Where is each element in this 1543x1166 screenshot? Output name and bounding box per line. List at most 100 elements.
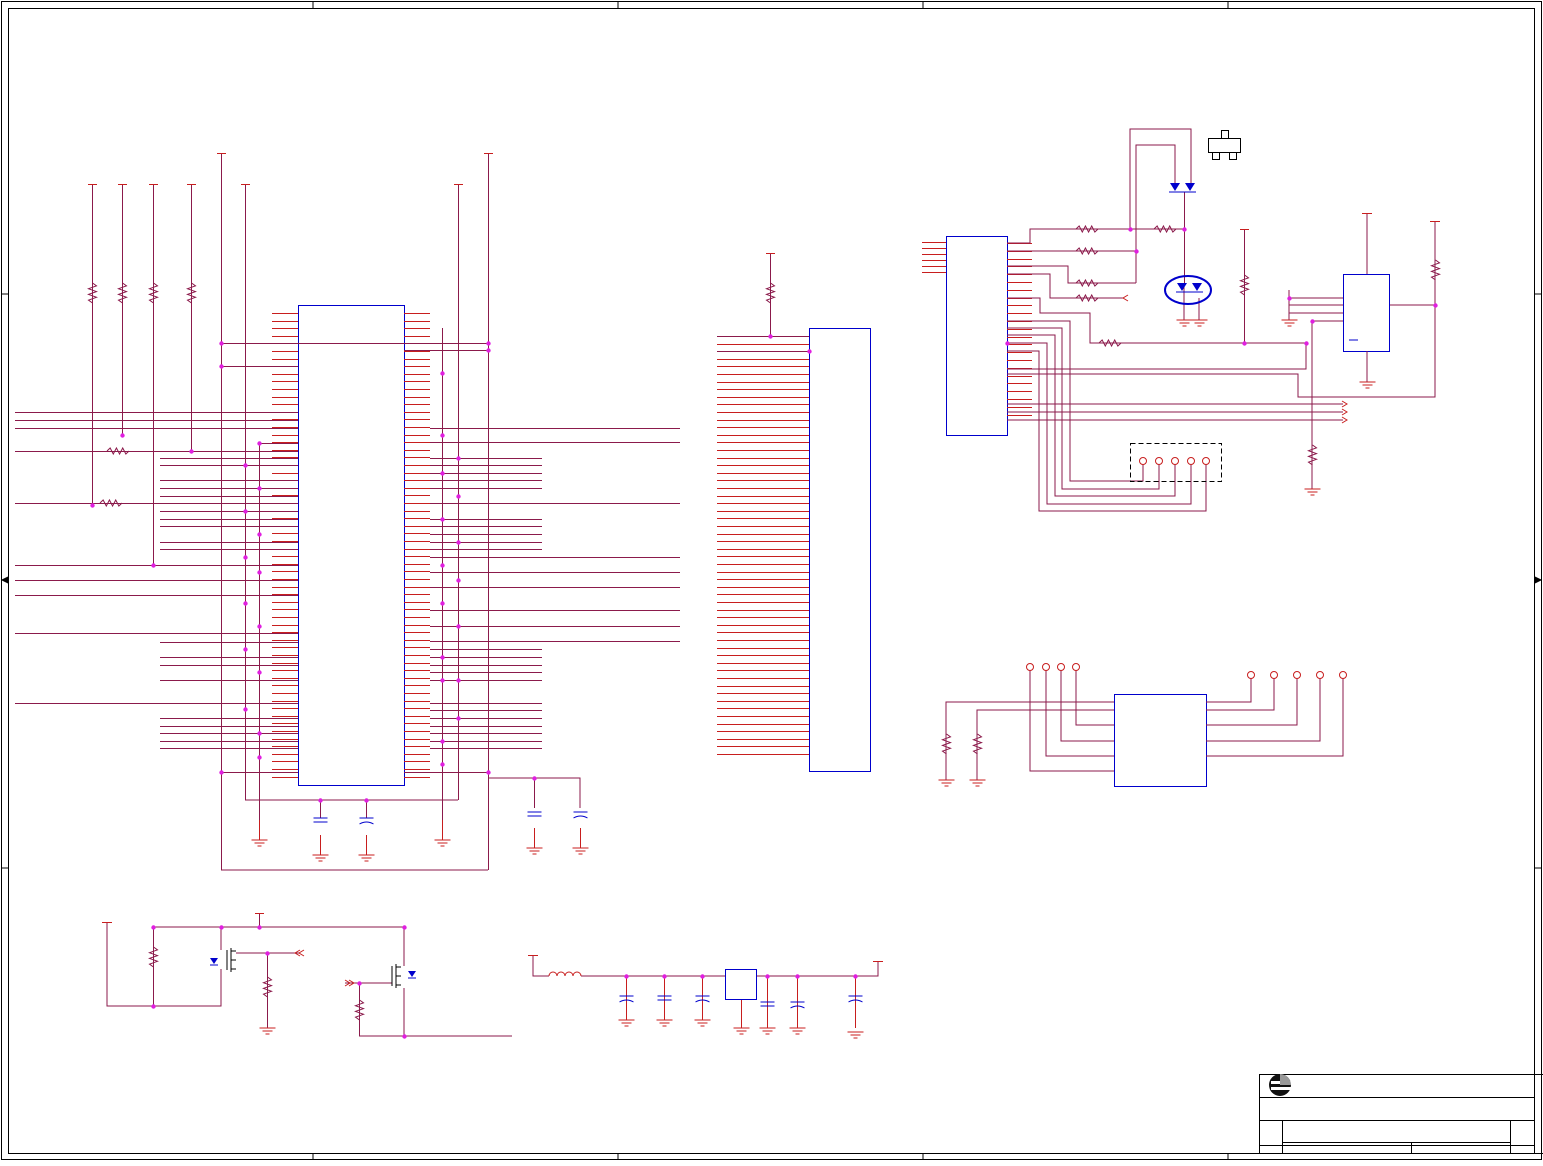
junction-dot	[456, 678, 460, 682]
wires	[15, 129, 1435, 1036]
junction-dot	[440, 739, 444, 743]
test-point	[1073, 664, 1080, 671]
junction-dot	[440, 471, 444, 475]
junction-dot	[151, 563, 155, 567]
header-pin	[1203, 458, 1210, 465]
junction-dot	[440, 371, 444, 375]
junction-dot	[440, 655, 444, 659]
ic-u5	[1115, 695, 1207, 787]
junction-dot	[257, 755, 261, 759]
junction-dot	[456, 624, 460, 628]
junction-dot	[1242, 341, 1246, 345]
junction-dot	[795, 974, 799, 978]
ic-u4	[1344, 275, 1390, 352]
test-point	[1058, 664, 1065, 671]
junction-dot	[624, 974, 628, 978]
title-block	[1260, 1075, 1543, 1154]
wire	[1206, 675, 1320, 741]
wire	[1130, 129, 1191, 229]
sot23-package	[1209, 131, 1241, 160]
junction-dot	[768, 334, 772, 338]
junction-dot	[440, 762, 444, 766]
junction-dot	[219, 925, 223, 929]
wire	[1007, 335, 1175, 496]
test-points	[1027, 458, 1347, 679]
junction-dot	[219, 341, 223, 345]
resistors	[89, 226, 1440, 1020]
junction-dot	[257, 731, 261, 735]
junction-dot	[243, 509, 247, 513]
junction-dot	[1287, 296, 1291, 300]
junction-dot	[486, 770, 490, 774]
junction-dot	[440, 601, 444, 605]
junction-dot	[700, 974, 704, 978]
junction-dot	[1310, 319, 1314, 323]
header-pin	[1172, 458, 1179, 465]
wire	[1061, 670, 1114, 741]
junction-dot	[243, 555, 247, 559]
wire	[1206, 675, 1274, 710]
junction-dot	[219, 770, 223, 774]
schematic-canvas	[0, 0, 1543, 1161]
junction-dot	[440, 678, 444, 682]
test-point	[1340, 672, 1347, 679]
junction-dot	[1005, 341, 1009, 345]
test-point	[1294, 672, 1301, 679]
pin-stubs	[88, 154, 1440, 1029]
junction-dot	[532, 776, 536, 780]
regulator-u6	[726, 970, 757, 1000]
junction-dot	[257, 925, 261, 929]
junction-dot	[440, 517, 444, 521]
wire	[1007, 351, 1206, 511]
company-logo	[1269, 1074, 1291, 1096]
header-pin	[1156, 458, 1163, 465]
junction-dot	[765, 974, 769, 978]
junction-dot	[357, 981, 361, 985]
junction-dot	[318, 798, 322, 802]
led-pair-top	[1169, 183, 1196, 192]
junction-dot	[486, 341, 490, 345]
junction-dot	[364, 798, 368, 802]
junction-dot	[151, 925, 155, 929]
junction-dot	[189, 449, 193, 453]
capacitor-plate	[360, 822, 374, 824]
wire	[1046, 670, 1114, 756]
wire	[1206, 675, 1251, 702]
ic-u1	[272, 306, 430, 786]
ic-u2	[717, 329, 871, 772]
junction-dot	[257, 670, 261, 674]
header-pin	[1140, 458, 1147, 465]
junction-dot	[440, 433, 444, 437]
junction-dot	[402, 1034, 406, 1038]
junction-dot	[456, 578, 460, 582]
junction-dot	[1304, 341, 1308, 345]
junction-dot	[90, 503, 94, 507]
wire	[1007, 274, 1124, 298]
wire	[1136, 145, 1175, 283]
test-point	[1027, 664, 1034, 671]
junction-dot	[1128, 227, 1132, 231]
junction-dot	[1433, 303, 1437, 307]
header-pin	[1188, 458, 1195, 465]
junction-dot	[257, 441, 261, 445]
offsheet-arrow	[1123, 295, 1128, 301]
inductor-l1	[549, 972, 581, 976]
junction-dot	[151, 1004, 155, 1008]
junction-dot	[257, 624, 261, 628]
junction-dot	[1134, 249, 1138, 253]
junction-dot	[1182, 227, 1186, 231]
junction-dot	[243, 463, 247, 467]
junction-dot	[243, 707, 247, 711]
junction-dot	[257, 570, 261, 574]
wire	[756, 961, 878, 976]
test-point	[1271, 672, 1278, 679]
mosfet-q2	[392, 964, 416, 988]
junction-dot	[456, 540, 460, 544]
wire	[1007, 298, 1306, 369]
junction-dot	[265, 951, 269, 955]
wire	[153, 927, 404, 966]
junction-dot	[662, 974, 666, 978]
junction-dot	[456, 716, 460, 720]
junction-dot	[120, 433, 124, 437]
junction-dot	[853, 974, 857, 978]
